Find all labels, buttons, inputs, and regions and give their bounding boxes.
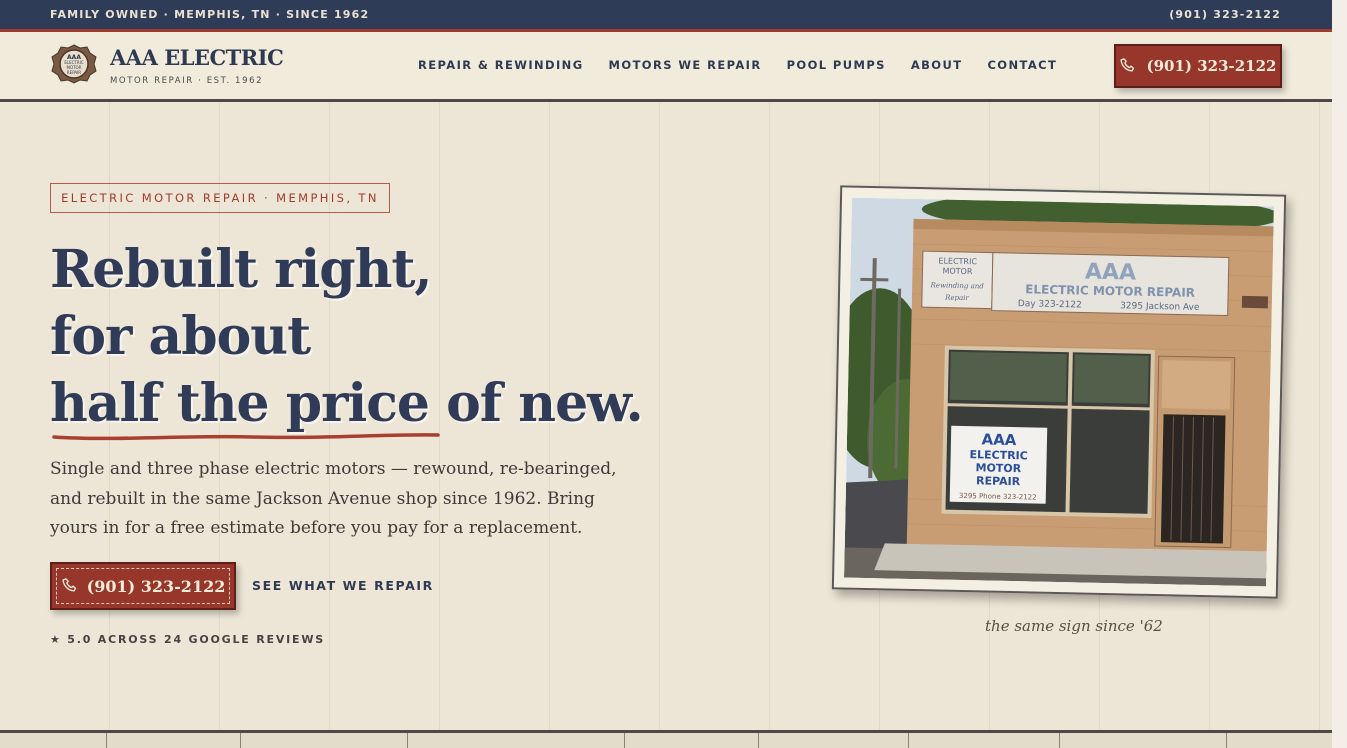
strip-divider xyxy=(407,733,408,748)
strip-divider xyxy=(1059,733,1060,748)
sign-left-line-3: Rewinding and xyxy=(929,281,984,290)
site-header: AAA ELECTRIC MOTOR REPAIR AAA ELECTRIC M… xyxy=(0,32,1332,102)
main-nav: REPAIR & REWINDING MOTORS WE REPAIR POOL… xyxy=(418,58,1082,72)
nav-pool-pumps[interactable]: POOL PUMPS xyxy=(787,58,886,72)
logo-badge-icon[interactable]: AAA ELECTRIC MOTOR REPAIR xyxy=(51,44,97,84)
photo-caption: the same sign since '62 xyxy=(985,617,1163,635)
reviews-summary[interactable]: ★ 5.0 ACROSS 24 GOOGLE REVIEWS xyxy=(50,633,325,646)
sign-left-line-4: Repair xyxy=(944,294,969,303)
window-sign-footer: 3295 Phone 323-2122 xyxy=(959,492,1037,502)
logo-tagline: MOTOR REPAIR · EST. 1962 xyxy=(110,76,264,86)
strip-divider xyxy=(1226,733,1227,748)
strip-divider xyxy=(908,733,909,748)
window-sign-line-2: ELECTRIC xyxy=(969,448,1028,462)
nav-about[interactable]: ABOUT xyxy=(911,58,963,72)
strip-divider xyxy=(758,733,759,748)
sign-main-day: Day 323-2122 xyxy=(1018,299,1082,310)
sign-main-address: 3295 Jackson Ave xyxy=(1120,301,1200,313)
nav-contact[interactable]: CONTACT xyxy=(987,58,1057,72)
headline-emphasis: half the price xyxy=(50,373,430,434)
header-call-button[interactable]: (901) 323-2122 xyxy=(1114,44,1282,88)
hero-call-button-inner: (901) 323-2122 xyxy=(56,568,230,604)
hero-eyebrow: ELECTRIC MOTOR REPAIR · MEMPHIS, TN xyxy=(50,183,390,213)
sign-left-line-1: ELECTRIC xyxy=(938,256,977,266)
hero-subtext: Single and three phase electric motors —… xyxy=(50,459,617,538)
headline-line-1: Rebuilt right, xyxy=(50,239,433,300)
shop-photo-frame: ELECTRIC MOTOR Rewinding and Repair AAA … xyxy=(831,185,1287,599)
topbar-tagline: FAMILY OWNED · MEMPHIS, TN · SINCE 1962 xyxy=(50,8,370,21)
strip-divider xyxy=(624,733,625,748)
window-sign-line-3: MOTOR xyxy=(975,461,1021,475)
header-call-label: (901) 323-2122 xyxy=(1146,57,1277,75)
headline-underline-decoration xyxy=(52,433,440,441)
bottom-section-edge xyxy=(0,730,1332,748)
badge-text-4: REPAIR xyxy=(67,70,81,75)
window-sign-line-1: AAA xyxy=(981,430,1017,449)
nav-motors-we-repair[interactable]: MOTORS WE REPAIR xyxy=(609,58,762,72)
logo-name[interactable]: AAA ELECTRIC xyxy=(110,45,284,70)
phone-icon xyxy=(1120,58,1135,72)
headline-line-2: for about xyxy=(50,306,311,367)
sign-main-title: AAA xyxy=(1085,260,1137,286)
window-sign-line-4: REPAIR xyxy=(976,474,1021,488)
topbar-phone-link[interactable]: (901) 323-2122 xyxy=(1169,8,1281,21)
shop-photo: ELECTRIC MOTOR Rewinding and Repair AAA … xyxy=(844,197,1274,587)
hero-headline: Rebuilt right, for about half the price … xyxy=(50,236,750,437)
scrollbar-gutter xyxy=(1332,0,1347,748)
phone-icon xyxy=(62,578,76,592)
headline-rest: of new. xyxy=(429,373,644,434)
see-what-we-repair-link[interactable]: SEE WHAT WE REPAIR xyxy=(252,578,434,593)
strip-divider xyxy=(106,733,107,748)
nav-repair-rewinding[interactable]: REPAIR & REWINDING xyxy=(418,58,584,72)
hero-call-label: (901) 323-2122 xyxy=(86,576,226,596)
top-bar: FAMILY OWNED · MEMPHIS, TN · SINCE 1962 … xyxy=(0,0,1332,29)
hero-call-button[interactable]: (901) 323-2122 xyxy=(50,562,236,610)
sign-left-line-2: MOTOR xyxy=(942,267,973,277)
strip-divider xyxy=(240,733,241,748)
